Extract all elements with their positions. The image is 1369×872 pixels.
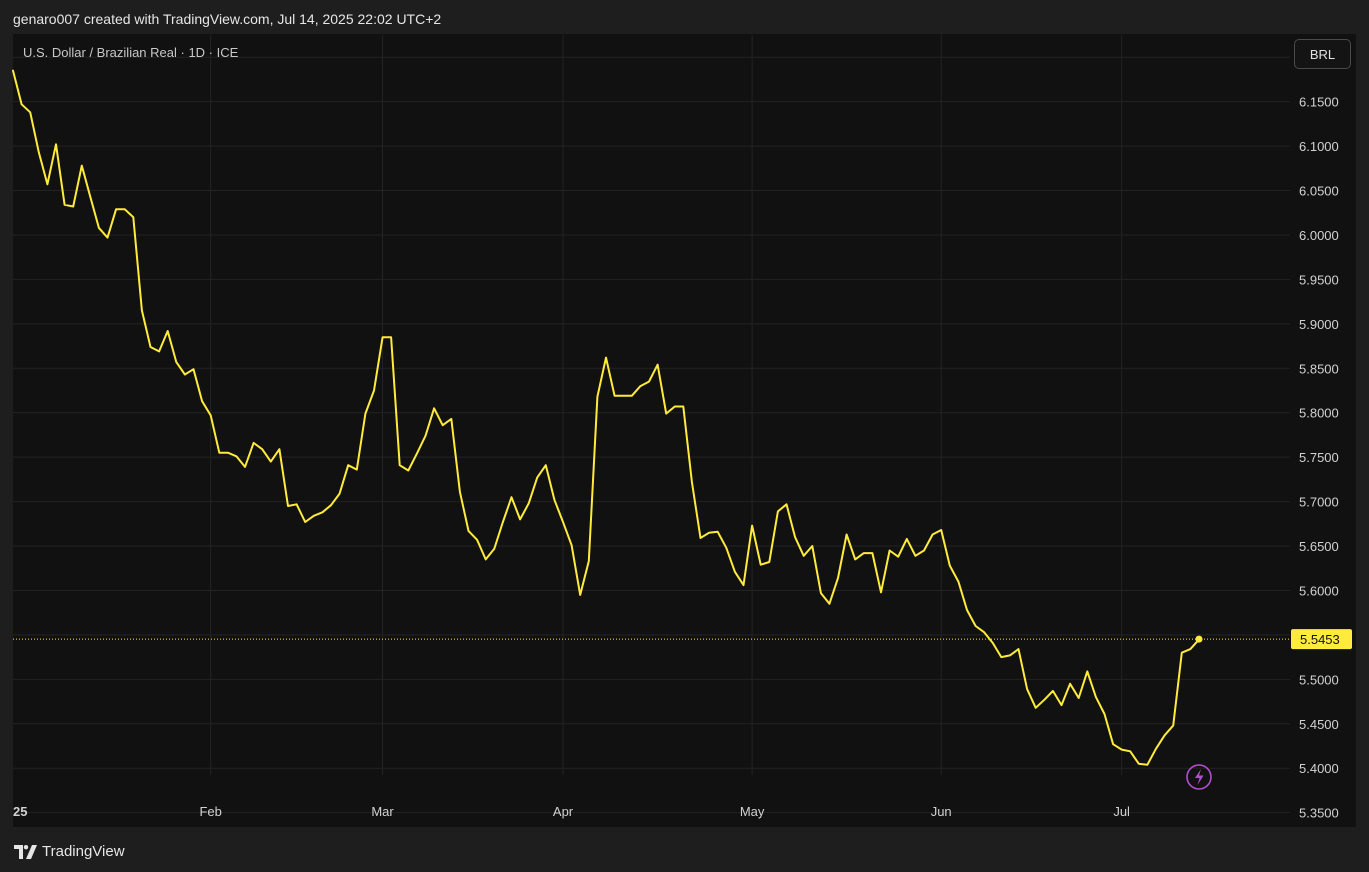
- y-tick-label: 5.5000: [1299, 672, 1339, 687]
- price-line: [12, 69, 1200, 766]
- currency-button[interactable]: BRL: [1294, 39, 1351, 69]
- x-tick-label: May: [740, 804, 765, 819]
- y-tick-label: 5.6500: [1299, 539, 1339, 554]
- x-tick-label: Jul: [1113, 804, 1130, 819]
- price-chart[interactable]: 6.20006.15006.10006.05006.00005.95005.90…: [0, 0, 1369, 872]
- last-price-label: 5.5453: [1291, 629, 1352, 650]
- tradingview-logo-icon: [14, 844, 37, 859]
- y-tick-label: 5.7500: [1299, 450, 1339, 465]
- y-tick-label: 6.1500: [1299, 95, 1339, 110]
- y-tick-label: 6.0000: [1299, 228, 1339, 243]
- x-tick-label: Mar: [371, 804, 394, 819]
- y-tick-label: 5.9000: [1299, 317, 1339, 332]
- y-tick-label: 6.0500: [1299, 184, 1339, 199]
- symbol-title: U.S. Dollar / Brazilian Real · 1D · ICE: [23, 45, 239, 60]
- x-tick-label: Feb: [199, 804, 221, 819]
- y-tick-label: 5.8000: [1299, 406, 1339, 421]
- y-tick-label: 5.9500: [1299, 272, 1339, 287]
- y-tick-label: 5.4000: [1299, 761, 1339, 776]
- axes: 6.20006.15006.10006.05006.00005.95005.90…: [13, 50, 1339, 820]
- last-price-label-text: 5.5453: [1300, 632, 1340, 647]
- x-tick-label: Jun: [931, 804, 952, 819]
- y-tick-label: 6.1000: [1299, 139, 1339, 154]
- y-tick-label: 5.6000: [1299, 583, 1339, 598]
- footer: [0, 827, 1369, 872]
- last-price-point: [1195, 635, 1203, 643]
- y-tick-label: 5.8500: [1299, 361, 1339, 376]
- brand-name: TradingView: [42, 843, 125, 860]
- x-tick-label: Apr: [553, 804, 574, 819]
- y-tick-label: 5.4500: [1299, 717, 1339, 732]
- x-tick-label: 25: [13, 804, 27, 819]
- brand[interactable]: TradingView: [14, 843, 125, 860]
- y-tick-label: 5.7000: [1299, 495, 1339, 510]
- y-tick-label: 5.3500: [1299, 806, 1339, 821]
- grid-lines: [13, 35, 1290, 814]
